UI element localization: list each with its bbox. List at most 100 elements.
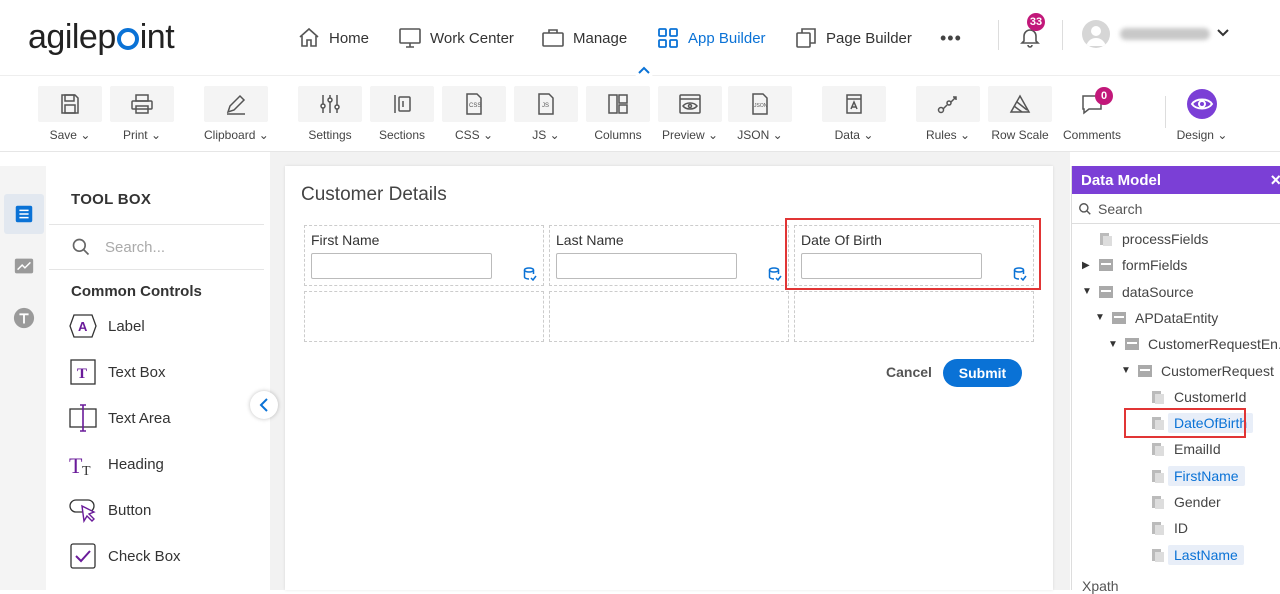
chevron-left-icon — [259, 398, 268, 412]
toolbar-data[interactable]: Data ⌄ — [822, 86, 886, 142]
tree-node[interactable]: ▼ APDataEntity — [1095, 307, 1218, 329]
tree-node[interactable]: Gender — [1134, 491, 1221, 513]
svg-text:CSS: CSS — [469, 103, 481, 109]
toolbar-save-label: Save — [49, 128, 77, 142]
database-icon[interactable] — [523, 267, 537, 281]
button-control-icon — [69, 499, 96, 524]
toolbar-print-label: Print — [122, 128, 148, 142]
svg-text:T: T — [82, 464, 91, 479]
rail-theme-button[interactable] — [4, 298, 44, 338]
control-check-box[interactable]: Check Box — [68, 541, 181, 571]
tree-node[interactable]: ID — [1134, 517, 1188, 539]
close-icon[interactable]: × — [1270, 170, 1280, 191]
submit-button[interactable]: Submit — [943, 359, 1022, 387]
rail-toolbox-button[interactable] — [4, 194, 44, 234]
nav-page-builder[interactable]: Page Builder — [794, 24, 912, 52]
group-icon — [1112, 311, 1126, 324]
empty-cell[interactable] — [304, 291, 544, 342]
tree-node-label: LastName — [1168, 544, 1244, 565]
last-name-input[interactable] — [556, 253, 737, 279]
control-heading[interactable]: TT Heading — [68, 449, 164, 479]
toolbar-css[interactable]: CSS CSS ⌄ — [442, 86, 506, 142]
nav-work-center[interactable]: Work Center — [398, 24, 514, 52]
xpath-field[interactable]: Xpath — [1082, 578, 1119, 594]
tree-node[interactable]: ▼ dataSource — [1082, 281, 1194, 303]
home-icon — [299, 27, 319, 47]
toolbar-settings[interactable]: Settings — [298, 86, 362, 142]
sections-icon — [394, 95, 411, 113]
control-text-box[interactable]: T Text Box — [68, 357, 166, 387]
row-scale-icon — [1009, 94, 1031, 113]
nav-home[interactable]: Home — [297, 24, 369, 52]
toolbar-print[interactable]: Print ⌄ — [110, 86, 174, 142]
empty-cell[interactable] — [549, 291, 789, 342]
form-title: Customer Details — [301, 184, 447, 205]
database-icon[interactable] — [768, 267, 782, 281]
first-name-input[interactable] — [311, 253, 492, 279]
css-file-icon: CSS — [466, 93, 482, 115]
js-file-icon: JS — [538, 93, 554, 115]
toolbar-save[interactable]: Save ⌄ — [38, 86, 102, 142]
tree-node[interactable]: CustomerId — [1134, 386, 1246, 408]
ribbon-toolbar: Save ⌄ Print ⌄ Clipboard ⌄ Settings Sect… — [0, 76, 1280, 152]
toolbar-comments[interactable]: Comments — [1060, 86, 1124, 142]
data-model-search-input[interactable]: Search — [1072, 194, 1280, 224]
text-area-control-icon — [69, 404, 97, 432]
svg-text:T: T — [77, 366, 87, 382]
cancel-button[interactable]: Cancel — [886, 364, 932, 380]
toolbar-js[interactable]: JS JS ⌄ — [514, 86, 578, 142]
tree-node[interactable]: LastName — [1134, 544, 1244, 566]
tree-node[interactable]: processFields — [1082, 228, 1208, 250]
group-icon — [1125, 338, 1139, 351]
toolbar-columns[interactable]: Columns — [586, 86, 650, 142]
chevron-down-icon[interactable] — [1216, 28, 1230, 38]
logo-text-start: agilep — [28, 18, 116, 56]
expand-down-icon[interactable]: ▼ — [1082, 286, 1094, 297]
nav-divider-2 — [1062, 20, 1063, 50]
toolbar-clipboard[interactable]: Clipboard ⌄ — [204, 86, 269, 142]
tree-node[interactable]: EmailId — [1134, 438, 1221, 460]
toolbar-divider — [1165, 96, 1166, 128]
toolbar-json[interactable]: JSON JSON ⌄ — [728, 86, 792, 142]
first-name-cell[interactable]: First Name — [304, 225, 544, 286]
toolbar-css-label: CSS — [454, 128, 480, 142]
toolbox-search-input[interactable]: Search... — [49, 224, 264, 270]
expand-down-icon[interactable]: ▼ — [1108, 339, 1120, 350]
nav-divider — [998, 20, 999, 50]
toolbar-preview[interactable]: Preview ⌄ — [658, 86, 722, 142]
toolbar-rules[interactable]: Rules ⌄ — [916, 86, 980, 142]
tree-node[interactable]: ▶ formFields — [1082, 254, 1187, 276]
toolbox-title: TOOL BOX — [71, 191, 152, 208]
toolbar-sections[interactable]: Sections — [370, 86, 434, 142]
control-button[interactable]: Button — [68, 495, 151, 525]
empty-cell[interactable] — [794, 291, 1034, 342]
user-avatar[interactable] — [1082, 20, 1110, 48]
chevron-up-icon — [638, 66, 650, 74]
control-text-area[interactable]: Text Area — [68, 403, 171, 433]
toolbar-design[interactable]: Design ⌄ — [1170, 86, 1234, 142]
agilepoint-logo[interactable]: agilep int — [28, 18, 175, 57]
control-text-box-text: Text Box — [108, 363, 166, 381]
field-icon — [1152, 548, 1164, 562]
search-icon — [72, 238, 90, 256]
toolbar-row-scale[interactable]: Row Scale — [988, 86, 1052, 142]
user-name-blurred — [1120, 28, 1210, 40]
tree-node[interactable]: ▼ CustomerRequest — [1121, 360, 1274, 382]
last-name-cell[interactable]: Last Name — [549, 225, 789, 286]
expand-down-icon[interactable]: ▼ — [1121, 365, 1133, 376]
tree-node-label: CustomerRequestEn... — [1148, 336, 1280, 353]
collapse-toolbox-button[interactable] — [250, 391, 278, 419]
comments-count-badge: 0 — [1095, 87, 1113, 105]
nav-more-button[interactable]: ••• — [940, 24, 962, 52]
data-model-search-placeholder: Search — [1098, 200, 1143, 217]
expand-right-icon[interactable]: ▶ — [1082, 260, 1094, 271]
tree-node[interactable]: FirstName — [1134, 465, 1245, 487]
rail-chart-button[interactable] — [4, 246, 44, 286]
nav-manage[interactable]: Manage — [541, 24, 627, 52]
control-label[interactable]: A Label — [68, 311, 145, 341]
nav-app-builder[interactable]: App Builder — [656, 24, 766, 52]
expand-down-icon[interactable]: ▼ — [1095, 312, 1107, 323]
field-icon — [1152, 522, 1164, 536]
tree-node[interactable]: ▼ CustomerRequestEn... — [1108, 333, 1280, 355]
toolbar-rules-label: Rules — [925, 128, 957, 142]
